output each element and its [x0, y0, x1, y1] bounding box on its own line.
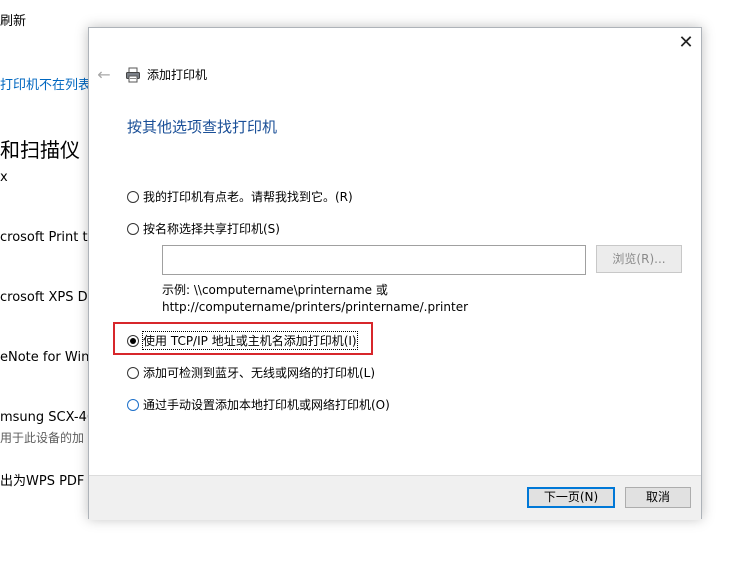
bg-device-fax[interactable]: x — [0, 170, 8, 185]
radio-shared-printer[interactable] — [127, 222, 139, 235]
radio-old-printer[interactable] — [127, 190, 139, 203]
back-arrow-icon: ← — [97, 65, 111, 84]
page-heading: 按其他选项查找打印机 — [127, 118, 278, 136]
close-icon: ✕ — [678, 32, 694, 53]
next-button[interactable]: 下一页(N) — [527, 487, 615, 508]
shared-printer-name-input[interactable] — [162, 245, 586, 275]
dialog-footer: 下一页(N) 取消 — [89, 475, 701, 520]
option-manual-local-label: 通过手动设置添加本地打印机或网络打印机(O) — [143, 398, 390, 412]
bg-device-samsung-status: 用于此设备的加 — [0, 431, 85, 445]
option-wireless-label: 添加可检测到蓝牙、无线或网络的打印机(L) — [143, 366, 376, 380]
back-button[interactable]: ← — [95, 66, 113, 84]
bg-device-wps-pdf[interactable]: 出为WPS PDF — [0, 470, 84, 489]
bg-device-onenote[interactable]: eNote for Win — [0, 350, 89, 365]
example-line-2: http://computername/printers/printername… — [162, 300, 469, 314]
option-shared-printer-label: 按名称选择共享打印机(S) — [143, 222, 280, 236]
bg-printer-not-listed-link[interactable]: 打印机不在列表 — [0, 74, 91, 93]
close-button[interactable]: ✕ — [675, 32, 697, 54]
bg-printers-scanners-heading: 和扫描仪 — [0, 138, 80, 162]
radio-wireless[interactable] — [127, 366, 139, 379]
radio-tcpip[interactable] — [127, 334, 139, 347]
bg-device-ms-print-pdf[interactable]: crosoft Print to — [0, 230, 96, 245]
option-tcpip-label: 使用 TCP/IP 地址或主机名添加打印机(I) — [142, 331, 358, 350]
option-shared-printer[interactable]: 按名称选择共享打印机(S) — [127, 220, 280, 237]
example-text: 示例: \\computername\printername 或 http://… — [162, 282, 468, 316]
option-wireless[interactable]: 添加可检测到蓝牙、无线或网络的打印机(L) — [127, 364, 375, 381]
bg-refresh-text: 刷新 — [0, 14, 27, 29]
option-old-printer[interactable]: 我的打印机有点老。请帮我找到它。(R) — [127, 188, 353, 205]
add-printer-dialog: ✕ ← 添加打印机 按其他选项查找打印机 我的打印机有点老。请帮我找到它。(R)… — [88, 27, 702, 520]
option-tcpip[interactable]: 使用 TCP/IP 地址或主机名添加打印机(I) — [127, 331, 358, 350]
bg-device-ms-xps[interactable]: crosoft XPS Do — [0, 290, 96, 305]
printer-icon — [126, 67, 140, 82]
example-line-1: 示例: \\computername\printername 或 — [162, 283, 388, 297]
bg-device-samsung[interactable]: msung SCX-46 — [0, 410, 95, 425]
option-old-printer-label: 我的打印机有点老。请帮我找到它。(R) — [143, 190, 353, 204]
browse-button[interactable]: 浏览(R)... — [596, 245, 682, 273]
dialog-title: 添加打印机 — [147, 68, 208, 82]
radio-manual-local[interactable] — [127, 398, 139, 411]
option-manual-local[interactable]: 通过手动设置添加本地打印机或网络打印机(O) — [127, 396, 390, 413]
dialog-title-row: 添加打印机 — [125, 66, 207, 83]
cancel-button[interactable]: 取消 — [625, 487, 691, 508]
